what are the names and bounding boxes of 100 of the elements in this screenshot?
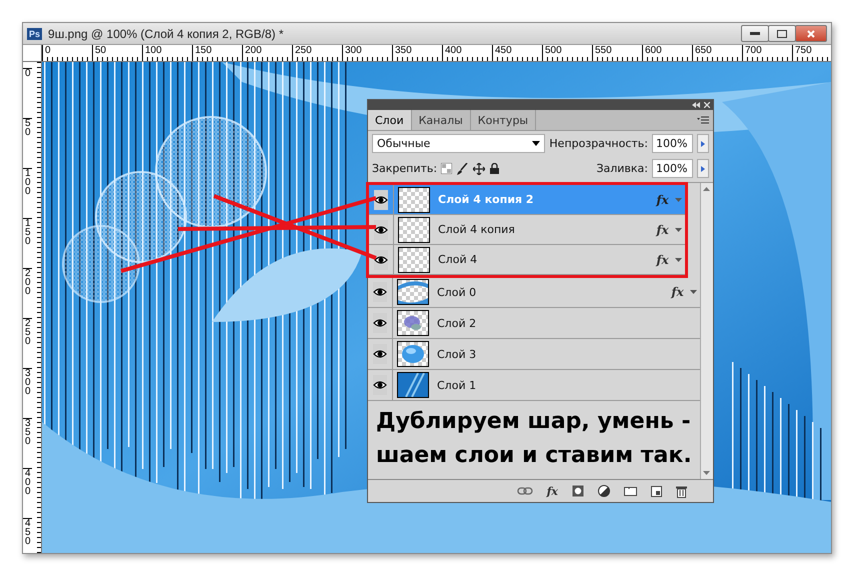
expand-caret-icon[interactable] (690, 290, 698, 294)
minimize-icon (750, 32, 760, 36)
expand-caret-icon[interactable] (675, 228, 682, 232)
ruler-label: 400 (442, 45, 462, 60)
layer-thumbnail (398, 216, 430, 242)
layer-row[interactable]: Слой 4 fx (369, 245, 685, 275)
fill-field[interactable]: 100% (652, 159, 693, 178)
layer-row[interactable]: Слой 1 (368, 370, 700, 401)
effects-button[interactable]: fx (546, 484, 558, 498)
ruler-label: 250 (23, 318, 32, 346)
collapse-icon[interactable] (692, 102, 700, 108)
layer-thumbnail (398, 186, 430, 212)
layer-thumbnail (397, 310, 429, 336)
close-icon (807, 30, 815, 38)
layer-row[interactable]: Слой 0 fx (368, 277, 700, 308)
move-icon[interactable] (473, 162, 486, 174)
opacity-stepper[interactable] (697, 134, 709, 153)
opacity-label: Непрозрачность: (549, 137, 648, 150)
fill-stepper[interactable] (697, 159, 709, 178)
expand-caret-icon[interactable] (675, 258, 682, 262)
panel-tab[interactable]: Контуры (470, 110, 536, 130)
eye-icon[interactable] (373, 380, 387, 390)
caret-icon (701, 166, 705, 172)
layer-thumbnail (398, 246, 430, 272)
ruler-label: 500 (542, 45, 562, 60)
eye-icon[interactable] (374, 194, 388, 204)
scrollbar[interactable] (700, 183, 713, 479)
ruler-label: 450 (23, 518, 32, 546)
fx-label: fx (656, 252, 669, 266)
eye-icon[interactable] (373, 287, 387, 297)
maximize-icon (777, 30, 787, 38)
half-circle-icon[interactable] (598, 485, 610, 497)
eye-icon[interactable] (373, 349, 387, 359)
ruler-label: 150 (23, 218, 32, 246)
layer-thumbnail (397, 372, 429, 398)
ruler-label: 150 (192, 45, 212, 60)
ruler-label: 0 (42, 45, 51, 60)
fx-label: fx (671, 285, 684, 299)
ruler-label: 450 (492, 45, 512, 60)
layer-thumbnail (397, 279, 429, 305)
ruler-label: 650 (692, 45, 712, 60)
mask-icon[interactable] (572, 485, 584, 497)
ruler-label: 100 (23, 168, 32, 196)
layer-name: Слой 0 (437, 286, 478, 298)
trash-icon[interactable] (676, 484, 687, 498)
ruler-label: 200 (242, 45, 262, 60)
link-icon[interactable] (516, 487, 533, 495)
lock-icon[interactable] (490, 163, 500, 174)
ruler-label: 250 (292, 45, 312, 60)
layer-row[interactable]: Слой 3 (368, 339, 700, 370)
ruler-label: 200 (23, 268, 32, 296)
new-page-icon[interactable] (651, 486, 662, 496)
folder-icon[interactable] (624, 486, 637, 496)
ruler-label: 50 (92, 45, 106, 60)
ruler-label: 700 (742, 45, 762, 60)
eye-icon[interactable] (374, 224, 388, 234)
layer-row[interactable]: Слой 2 (368, 308, 700, 339)
eye-icon[interactable] (374, 254, 388, 264)
close-button[interactable] (795, 25, 827, 42)
close-icon[interactable] (704, 102, 710, 108)
ruler-label: 50 (23, 118, 32, 137)
panel-tab[interactable]: Слои (368, 110, 412, 130)
eye-icon[interactable] (373, 318, 387, 328)
ruler-label: 400 (23, 468, 32, 496)
opacity-field[interactable]: 100% (652, 134, 693, 153)
annotation-text: Дублируем шар, умень - шаем слои и ставим так. (375, 408, 693, 470)
layer-row[interactable]: Слой 4 копия 2 fx (369, 185, 685, 215)
ruler-label: 600 (642, 45, 662, 60)
layer-name: Слой 4 копия (438, 223, 516, 236)
minimize-button[interactable] (741, 25, 769, 42)
maximize-button[interactable] (768, 25, 796, 42)
layer-name: Слой 4 копия 2 (438, 193, 535, 206)
fill-label: Заливка: (596, 162, 648, 175)
brush-icon[interactable] (457, 162, 468, 174)
fx-label: fx (656, 222, 669, 236)
lock-label: Закрепить: (372, 162, 438, 175)
layer-thumbnail (397, 341, 429, 367)
layer-name: Слой 1 (437, 378, 478, 392)
scroll-up-icon[interactable] (703, 187, 710, 191)
ruler-label: 750 (792, 45, 812, 60)
ruler-label: 300 (342, 45, 362, 60)
window-title: 9ш.png @ 100% (Слой 4 копия 2, RGB/8) * (48, 26, 285, 40)
caret-icon (701, 140, 705, 146)
layer-name: Слой 3 (437, 348, 478, 360)
menu-icon[interactable] (697, 116, 709, 124)
layer-name: Слой 4 (438, 253, 478, 266)
panel-tab[interactable]: Каналы (412, 110, 471, 130)
ruler-label: 550 (592, 45, 612, 60)
layer-name: Слой 2 (437, 316, 478, 330)
ruler-label: 350 (392, 45, 412, 60)
scroll-down-icon[interactable] (703, 471, 710, 475)
fx-label: fx (656, 192, 669, 206)
ruler-label: 300 (23, 368, 32, 396)
app-badge: Ps (27, 28, 42, 40)
ruler-label: 0 (23, 68, 32, 78)
checker-icon[interactable] (441, 163, 452, 174)
layer-row[interactable]: Слой 4 копия fx (369, 215, 685, 245)
ruler-label: 100 (142, 45, 162, 60)
caret-icon (532, 141, 540, 146)
blend-mode-dropdown[interactable]: Обычные (372, 134, 546, 153)
